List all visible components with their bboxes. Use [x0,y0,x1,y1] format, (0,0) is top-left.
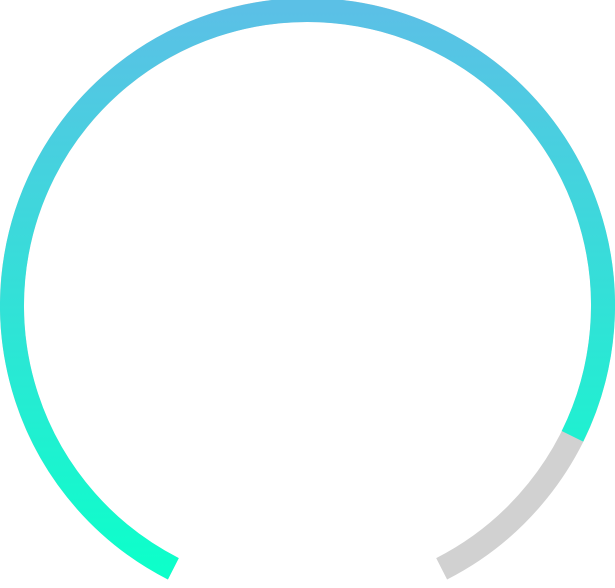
gauge-fill [0,0,615,580]
progress-gauge [0,0,615,588]
gauge-svg [0,0,615,580]
